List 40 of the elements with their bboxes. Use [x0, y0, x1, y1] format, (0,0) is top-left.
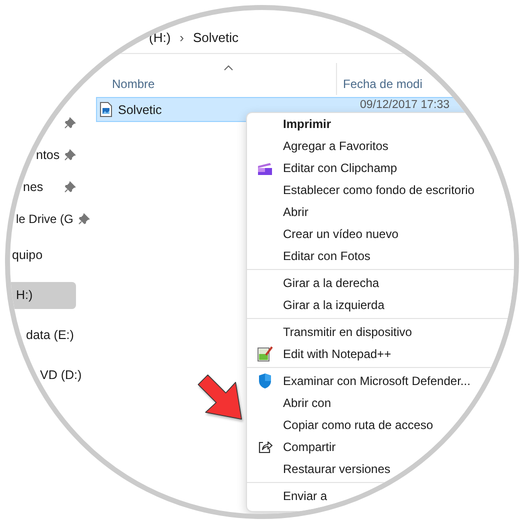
- arrow-icon: [197, 372, 245, 420]
- menu-item[interactable]: Girar a la derecha: [247, 272, 514, 294]
- sidebar-item[interactable]: ntos: [36, 148, 60, 162]
- menu-item[interactable]: Compartir: [247, 436, 514, 458]
- file-name: Solvetic: [118, 102, 162, 116]
- menu-item[interactable]: Editar con Fotos: [247, 245, 514, 267]
- sidebar-item[interactable]: data (E:): [26, 328, 74, 342]
- notepad-icon: [257, 346, 273, 362]
- menu-item[interactable]: Enviar a: [247, 485, 514, 507]
- modified-date: 09/12/2017 17:33: [360, 98, 450, 111]
- menu-item[interactable]: Examinar con Microsoft Defender...: [247, 370, 514, 392]
- sidebar-item[interactable]: VD (D:): [40, 368, 82, 382]
- menu-item[interactable]: Copiar como ruta de acceso: [247, 414, 514, 436]
- share-icon: [258, 440, 272, 454]
- menu-item[interactable]: Transmitir en dispositivo: [247, 321, 514, 343]
- menu-item[interactable]: Abrir: [247, 201, 514, 223]
- menu-item[interactable]: Agregar a Favoritos: [247, 135, 514, 157]
- menu-item[interactable]: Girar a la izquierda: [247, 294, 514, 316]
- pin-icon[interactable]: [64, 149, 76, 161]
- menu-item[interactable]: Edit with Notepad++: [247, 343, 514, 365]
- sidebar-item[interactable]: le Drive (G: [16, 212, 74, 226]
- column-header[interactable]: Fecha de modi: [343, 77, 422, 91]
- menu-item[interactable]: Crear un vídeo nuevo: [247, 223, 514, 245]
- menu-item[interactable]: Establecer como fondo de escritorio: [247, 179, 514, 201]
- pin-icon[interactable]: [64, 117, 76, 129]
- sort-caret-icon: [224, 65, 233, 71]
- sidebar-item[interactable]: H:): [10, 282, 76, 308]
- menu-item[interactable]: Restaurar versiones: [247, 458, 514, 480]
- menu-item[interactable]: Abrir con: [247, 392, 514, 414]
- sidebar-item[interactable]: nes: [23, 180, 44, 194]
- pin-icon[interactable]: [64, 181, 76, 193]
- image-file-icon: [100, 102, 112, 117]
- breadcrumb-separator: ›: [180, 30, 184, 45]
- menu-item[interactable]: Editar con Clipchamp: [247, 157, 514, 179]
- clapperboard-icon: [257, 162, 273, 174]
- column-header[interactable]: Nombre: [112, 77, 336, 91]
- breadcrumb[interactable]: Solvetic: [193, 30, 239, 45]
- sidebar-item[interactable]: quipo: [12, 248, 43, 262]
- shield-icon: [258, 373, 272, 389]
- pin-icon[interactable]: [78, 213, 90, 225]
